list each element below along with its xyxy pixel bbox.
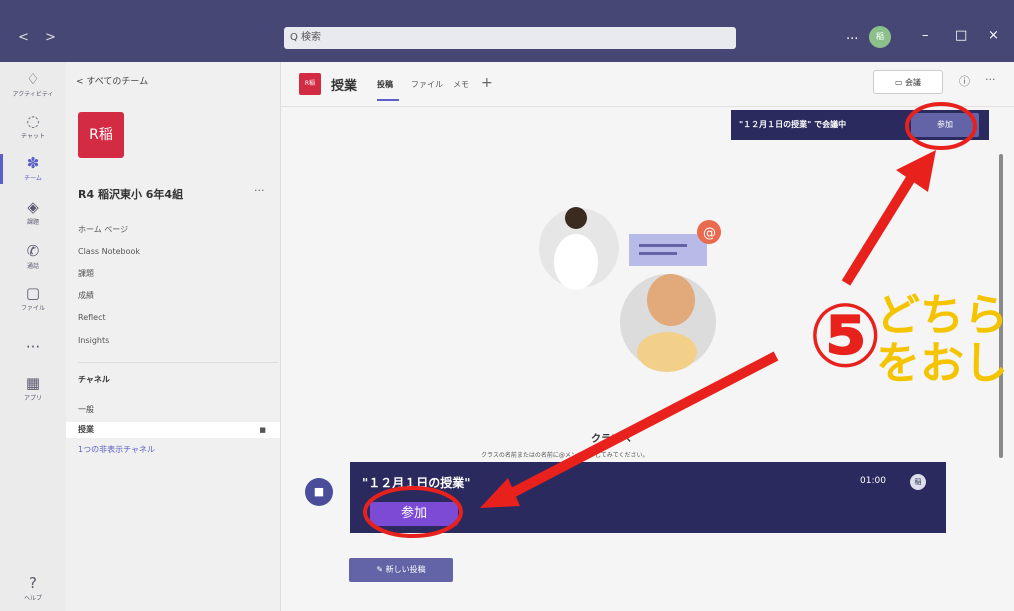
hidden-channels-link[interactable]: 1つの非表示チャネル (66, 442, 280, 458)
sidebar-item-insights[interactable]: Insights (78, 336, 109, 345)
rail-teams[interactable]: ✽ チーム (0, 154, 66, 182)
channel-lesson[interactable]: 授業 ■ (66, 422, 280, 438)
new-post-button[interactable]: ✎ 新しい投稿 (349, 558, 453, 582)
app-rail: ♢ アクティビティ ◌ チャット ✽ チーム ◈ 課題 ✆ 通話 ▢ ファイル … (0, 62, 67, 611)
rail-files[interactable]: ▢ ファイル (0, 284, 66, 312)
team-avatar: R稲 (78, 112, 124, 158)
active-tab-underline (377, 99, 399, 101)
more-icon: ··· (25, 338, 41, 356)
minimize-icon[interactable]: – (922, 28, 929, 43)
page-title: 授業 (331, 79, 358, 94)
welcome-subtitle: クラスの名前またはの名前に@メンションしてみてください。 (481, 452, 649, 459)
channel-team-tile: R稲 (299, 73, 321, 95)
meet-button[interactable]: ▭ 会議 (873, 70, 943, 94)
tab-notes[interactable]: メモ (453, 79, 469, 90)
banner-join-button[interactable]: 参加 (911, 113, 979, 137)
rail-activity[interactable]: ♢ アクティビティ (0, 70, 66, 98)
meeting-title: "１２月１日の授業" (362, 476, 471, 490)
chat-icon: ◌ (26, 112, 40, 130)
participant-avatar: 稲 (910, 474, 926, 490)
sidebar-item-grades[interactable]: 成績 (78, 290, 94, 301)
banner-text: "１２月１日の授業" で会議中 (739, 120, 847, 129)
welcome-illustration: @ (539, 207, 721, 372)
divider (78, 362, 278, 363)
rail-help[interactable]: ? ヘルプ (0, 574, 66, 602)
rail-calls[interactable]: ✆ 通話 (0, 242, 66, 270)
teams-icon: ✽ (26, 154, 40, 172)
maximize-icon[interactable]: □ (955, 28, 967, 43)
team-name: R4 稲沢東小 6年4組 (78, 188, 184, 201)
rail-assignments[interactable]: ◈ 課題 (0, 198, 66, 226)
title-bar: < > Q 検索 ... 稲 – □ × (0, 0, 1014, 62)
rail-apps[interactable]: ▦ アプリ (0, 374, 66, 402)
meeting-join-button[interactable]: 参加 (370, 502, 458, 526)
meeting-duration: 01:00 (860, 476, 886, 486)
avatar[interactable]: 稲 (869, 26, 891, 48)
channels-header[interactable]: チャネル (78, 374, 110, 385)
search-input[interactable]: Q 検索 (284, 27, 736, 49)
rail-chat[interactable]: ◌ チャット (0, 112, 66, 140)
welcome-title: クラスへ (591, 434, 631, 445)
video-call-icon: ■ (305, 478, 333, 506)
team-sidebar: < すべてのチーム R稲 R4 稲沢東小 6年4組 ··· ホーム ページ Cl… (66, 62, 281, 611)
meeting-card: "１２月１日の授業" 01:00 稲 参加 (350, 462, 946, 533)
apps-icon: ▦ (25, 374, 41, 392)
sidebar-item-reflect[interactable]: Reflect (78, 313, 106, 322)
tab-files[interactable]: ファイル (411, 79, 443, 90)
call-icon: ✆ (26, 242, 40, 260)
sidebar-item-class-notebook[interactable]: Class Notebook (78, 247, 140, 256)
more-options-icon[interactable]: ... (846, 28, 858, 43)
close-icon[interactable]: × (988, 28, 999, 43)
sidebar-item-home[interactable]: ホーム ページ (78, 224, 128, 235)
annotation-text: どちら をおし (876, 292, 1008, 388)
sidebar-item-assignments[interactable]: 課題 (78, 268, 94, 279)
back-forward-nav[interactable]: < > (18, 30, 62, 45)
svg-text:@: @ (703, 226, 716, 241)
all-teams-link[interactable]: < すべてのチーム (76, 74, 148, 87)
header-more-icon[interactable]: ··· (985, 73, 996, 86)
bell-icon: ♢ (26, 70, 40, 88)
rail-more[interactable]: ··· (0, 338, 66, 356)
meeting-banner: "１２月１日の授業" で会議中 参加 (731, 110, 989, 140)
channel-general[interactable]: 一般 (66, 402, 280, 418)
help-icon: ? (29, 574, 37, 592)
camera-icon: ■ (259, 426, 266, 434)
tab-posts[interactable]: 投稿 (377, 79, 393, 90)
team-more-icon[interactable]: ··· (254, 184, 265, 197)
add-tab-icon[interactable]: + (481, 75, 493, 91)
info-icon[interactable]: ⓘ (959, 73, 970, 89)
files-icon: ▢ (25, 284, 41, 302)
header-divider (281, 106, 1014, 107)
assignments-icon: ◈ (27, 198, 39, 216)
